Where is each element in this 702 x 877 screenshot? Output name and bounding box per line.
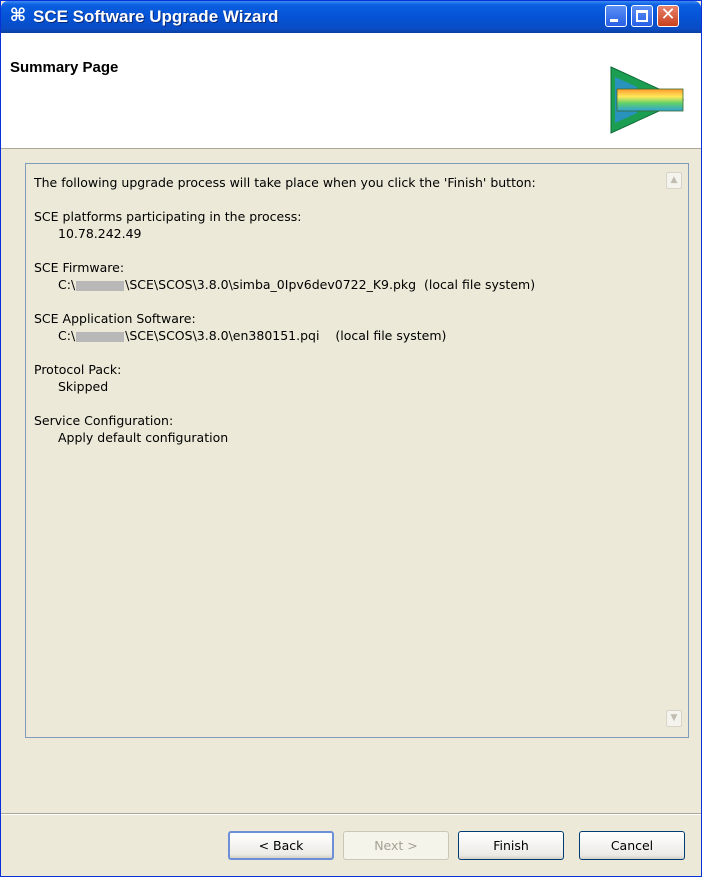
redacted-folder — [76, 331, 125, 342]
platforms-label: SCE platforms participating in the proce… — [34, 209, 302, 224]
summary-text: The following upgrade process will take … — [34, 174, 654, 446]
summary-intro: The following upgrade process will take … — [34, 175, 536, 190]
finish-button[interactable]: Finish — [458, 831, 564, 860]
back-button[interactable]: < Back — [228, 831, 334, 860]
close-icon: ✕ — [660, 4, 676, 25]
wizard-arrow-icon — [610, 66, 685, 134]
summary-panel[interactable]: The following upgrade process will take … — [25, 163, 689, 738]
service-config-label: Service Configuration: — [34, 413, 174, 428]
firmware-drive: C:\ — [58, 277, 76, 292]
window-title: SCE Software Upgrade Wizard — [33, 7, 279, 26]
app-software-path: \SCE\SCOS\3.8.0\en380151.pqi — [125, 328, 320, 343]
app-software-path-line: C:\ \SCE\SCOS\3.8.0\en380151.pqi (local f… — [34, 327, 654, 344]
scroll-down-button[interactable]: ▼ — [666, 710, 682, 727]
app-icon: ⌘ — [9, 5, 27, 26]
service-config-value: Apply default configuration — [58, 430, 229, 445]
app-software-source: (local file system) — [335, 328, 447, 343]
title-bar[interactable]: ⌘ SCE Software Upgrade Wizard ✕ — [1, 1, 701, 33]
app-software-label: SCE Application Software: — [34, 311, 196, 326]
minimize-icon — [610, 19, 618, 22]
scroll-up-button[interactable]: ▲ — [666, 172, 682, 189]
footer-divider — [1, 813, 701, 815]
page-title: Summary Page — [10, 59, 119, 76]
maximize-button[interactable] — [631, 5, 653, 27]
firmware-label: SCE Firmware: — [34, 260, 125, 275]
firmware-path-line: C:\ \SCE\SCOS\3.8.0\simba_0Ipv6dev0722_K9… — [34, 276, 654, 293]
app-software-drive: C:\ — [58, 328, 76, 343]
close-button[interactable]: ✕ — [657, 5, 679, 27]
protocol-pack-value: Skipped — [58, 379, 109, 394]
next-button[interactable]: Next > — [343, 831, 449, 860]
cancel-button[interactable]: Cancel — [579, 831, 685, 860]
protocol-pack-label: Protocol Pack: — [34, 362, 122, 377]
minimize-button[interactable] — [605, 5, 627, 27]
redacted-folder — [76, 280, 125, 291]
platforms-value: 10.78.242.49 — [58, 226, 142, 241]
firmware-path: \SCE\SCOS\3.8.0\simba_0Ipv6dev0722_K9.pk… — [125, 277, 417, 292]
maximize-icon — [636, 10, 648, 22]
wizard-window: ⌘ SCE Software Upgrade Wizard ✕ Summary … — [0, 0, 702, 877]
wizard-header: Summary Page — [1, 33, 701, 149]
firmware-source: (local file system) — [424, 277, 536, 292]
